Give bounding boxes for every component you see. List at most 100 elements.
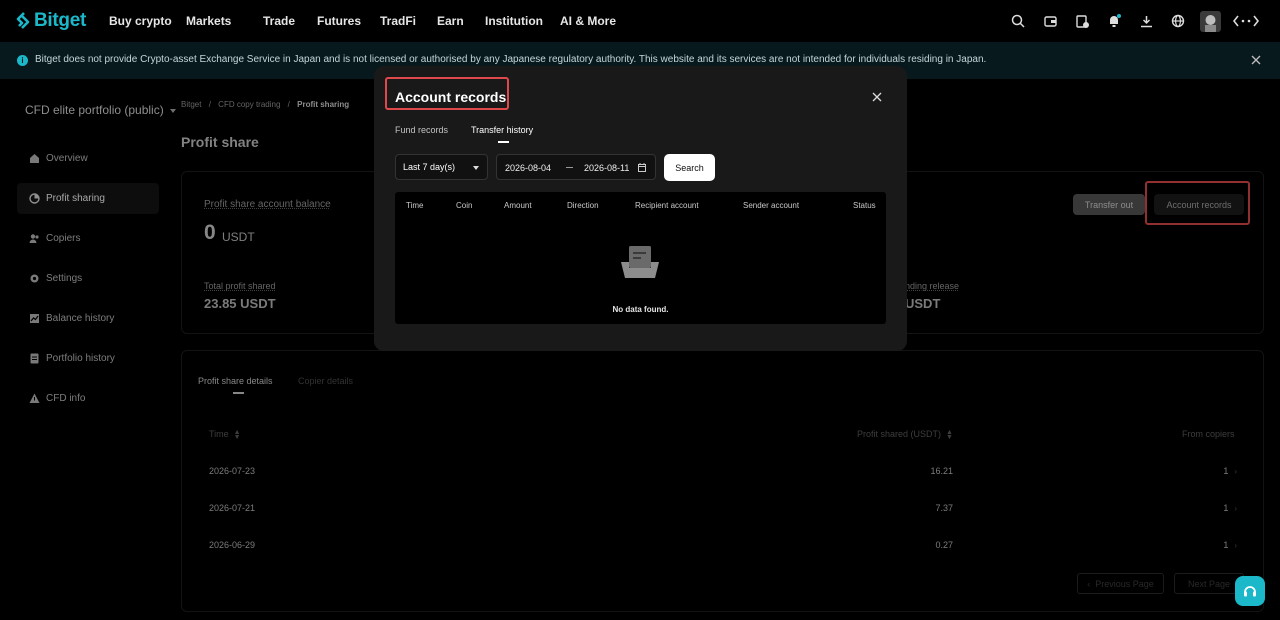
tab-copier-details[interactable]: Copier details [298, 376, 353, 386]
period-value: Last 7 day(s) [403, 162, 456, 172]
banner-text: Bitget does not provide Crypto-asset Exc… [35, 54, 987, 65]
row-copiers-link[interactable]: 1 › [1223, 503, 1237, 513]
chevron-right-icon: › [1234, 541, 1237, 550]
portfolio-selector[interactable]: CFD elite portfolio (public) [25, 103, 176, 117]
sidebar-item-label: CFD info [46, 393, 86, 404]
globe-icon[interactable] [1162, 10, 1194, 32]
previous-page-button[interactable]: ‹ Previous Page [1077, 573, 1164, 594]
switch-icon[interactable] [1226, 10, 1266, 32]
bitget-logo[interactable]: Bitget [16, 10, 86, 32]
breadcrumb-bitget[interactable]: Bitget [181, 100, 201, 109]
breadcrumb-current: Profit sharing [297, 100, 350, 109]
info-icon: i [17, 55, 28, 66]
document-icon [29, 353, 40, 364]
breadcrumb: Bitget / CFD copy trading / Profit shari… [181, 100, 349, 109]
search-icon[interactable] [1002, 10, 1034, 32]
sidebar-item-portfolio-history[interactable]: Portfolio history [17, 343, 159, 374]
sidebar-item-cfd-info[interactable]: CFD info [17, 383, 159, 414]
sidebar-item-copiers[interactable]: Copiers [17, 223, 159, 254]
date-to[interactable]: 2026-08-11 [584, 163, 629, 173]
chevron-down-icon [169, 108, 176, 113]
sidebar-item-label: Copiers [46, 233, 81, 244]
close-icon[interactable] [1248, 52, 1264, 68]
breadcrumb-cfd-copy-trading[interactable]: CFD copy trading [218, 100, 280, 109]
bell-icon[interactable] [1098, 10, 1130, 32]
nav-ai-more[interactable]: AI & More [560, 14, 630, 28]
wallet-icon[interactable] [1034, 10, 1066, 32]
sidebar-item-label: Portfolio history [46, 353, 115, 364]
search-button[interactable]: Search [664, 154, 715, 181]
column-header-profit-shared[interactable]: Profit shared (USDT) ▲ ▼ [857, 429, 953, 441]
sidebar-item-settings[interactable]: Settings [17, 263, 159, 294]
date-from[interactable]: 2026-08-04 [505, 163, 551, 173]
page-title: Profit share [181, 134, 259, 150]
portfolio-name: CFD elite portfolio (public) [25, 103, 164, 117]
total-profit-shared-label[interactable]: Total profit shared [204, 281, 276, 291]
chevron-right-icon: › [1234, 504, 1237, 513]
breadcrumb-sep: / [287, 100, 290, 109]
nav-tradfi[interactable]: TradFi [380, 14, 437, 28]
info-icon [29, 393, 40, 404]
headset-icon [1244, 586, 1256, 597]
pending-release-label[interactable]: nding release [905, 281, 959, 291]
pie-icon [29, 193, 40, 204]
chevron-down-icon [473, 166, 479, 170]
logo-text: Bitget [34, 10, 87, 31]
tab-fund-records[interactable]: Fund records [395, 125, 448, 135]
column-header-time[interactable]: Time ▲ ▼ [209, 429, 241, 441]
empty-box-icon [621, 246, 659, 278]
sidebar-item-label: Overview [46, 153, 88, 164]
empty-state-text: No data found. [612, 305, 669, 314]
sidebar-item-balance-history[interactable]: Balance history [17, 303, 159, 334]
date-separator [566, 167, 573, 168]
modal-title: Account records [395, 89, 507, 105]
sidebar-item-label: Balance history [46, 313, 115, 324]
home-icon [29, 153, 40, 164]
row-profit: 7.37 [935, 503, 953, 513]
chart-icon [29, 313, 40, 324]
tab-transfer-history[interactable]: Transfer history [471, 125, 533, 135]
download-icon[interactable] [1130, 10, 1162, 32]
next-page-button[interactable]: Next Page [1174, 573, 1244, 594]
calendar-icon[interactable] [638, 163, 646, 172]
nav-icons [1002, 10, 1266, 32]
breadcrumb-sep: / [208, 100, 211, 109]
row-copiers-link[interactable]: 1 › [1223, 466, 1237, 476]
sidebar-item-profit-sharing[interactable]: Profit sharing [17, 183, 159, 214]
nav-trade[interactable]: Trade [263, 14, 317, 28]
sort-icon[interactable]: ▲ ▼ [946, 429, 953, 441]
nav-earn[interactable]: Earn [437, 14, 485, 28]
sidebar-item-overview[interactable]: Overview [17, 143, 159, 174]
period-select[interactable]: Last 7 day(s) [395, 154, 488, 180]
row-time: 2026-07-23 [209, 466, 256, 476]
support-button[interactable] [1235, 576, 1265, 606]
row-profit: 16.21 [930, 466, 953, 476]
column-header-from-copiers: From copiers [1182, 429, 1235, 439]
orders-icon[interactable] [1066, 10, 1098, 32]
nav-links: Buy crypto Markets Trade Futures TradFi … [109, 14, 630, 28]
account-records-button[interactable]: Account records [1154, 194, 1244, 215]
nav-buy-crypto[interactable]: Buy crypto [109, 14, 186, 28]
total-profit-shared-value: 23.85 USDT [204, 296, 276, 311]
column-header-coin: Coin [456, 201, 473, 210]
avatar[interactable] [1194, 10, 1226, 32]
column-header-status: Status [853, 201, 876, 210]
column-header-recipient-account: Recipient account [635, 201, 699, 210]
balance-value: 0 [204, 221, 216, 244]
gear-icon [29, 273, 40, 284]
nav-markets[interactable]: Markets [186, 14, 263, 28]
column-header-amount: Amount [504, 201, 532, 210]
account-records-modal: Account records Fund records Transfer hi… [374, 66, 907, 351]
tab-profit-share-details[interactable]: Profit share details [198, 376, 273, 386]
transfer-out-button[interactable]: Transfer out [1073, 194, 1145, 215]
row-time: 2026-06-29 [209, 540, 256, 550]
row-profit: 0.27 [935, 540, 953, 550]
balance-label[interactable]: Profit share account balance [204, 199, 331, 210]
sort-icon[interactable]: ▲ ▼ [234, 429, 241, 441]
nav-institution[interactable]: Institution [485, 14, 560, 28]
row-copiers-link[interactable]: 1 › [1223, 540, 1237, 550]
date-range-picker[interactable]: 2026-08-04 2026-08-11 [496, 154, 656, 180]
sidebar-item-label: Settings [46, 273, 83, 284]
close-icon[interactable] [871, 91, 883, 103]
nav-futures[interactable]: Futures [317, 14, 380, 28]
